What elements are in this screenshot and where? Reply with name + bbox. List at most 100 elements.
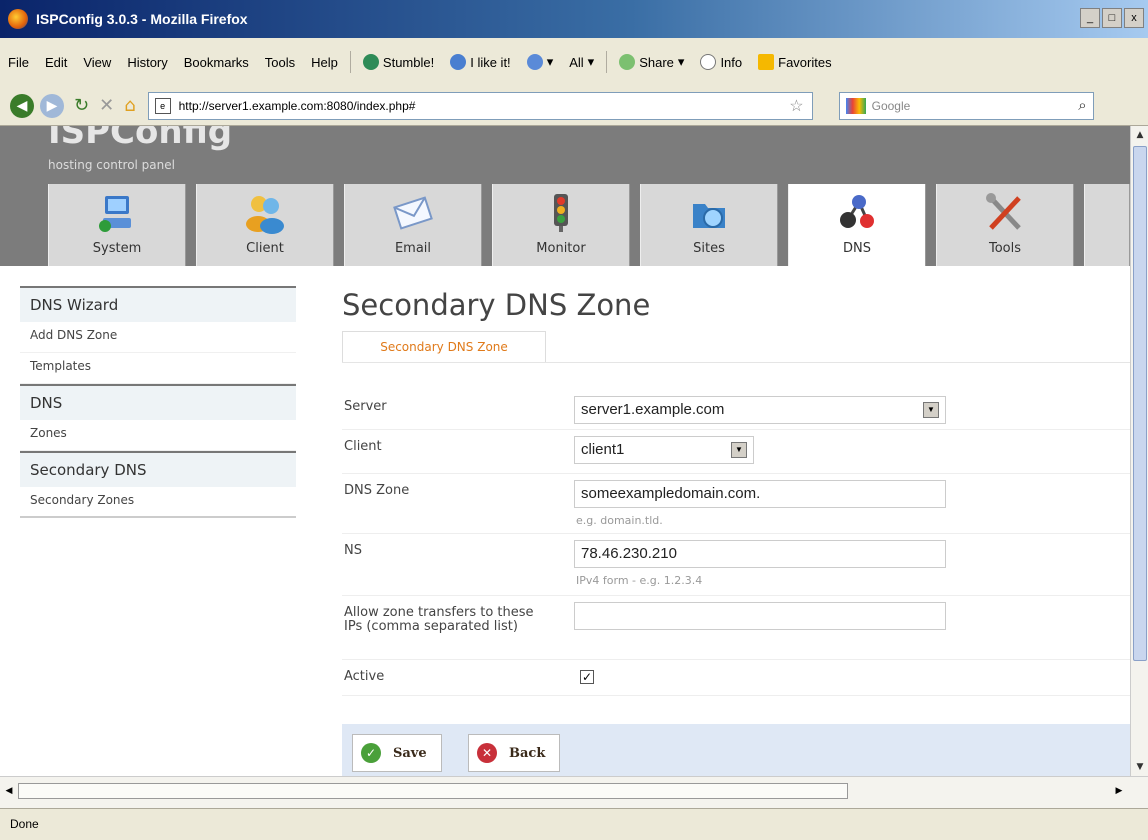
favorites-label: Favorites [778, 54, 832, 70]
stumble-button[interactable]: Stumble! [355, 54, 442, 70]
window-controls: _ □ x [1080, 8, 1144, 28]
scroll-right-icon[interactable]: ▶ [1112, 783, 1126, 799]
vertical-scrollbar[interactable]: ▲ ▼ [1130, 126, 1148, 776]
sidebar-item-secondary-zones[interactable]: Secondary Zones [20, 487, 296, 518]
minimize-button[interactable]: _ [1080, 8, 1100, 28]
ns-hint: IPv4 form - e.g. 1.2.3.4 [576, 574, 703, 587]
save-button[interactable]: ✓ Save [352, 734, 442, 772]
tab-secondary-dns-zone[interactable]: Secondary DNS Zone [342, 331, 546, 363]
info-button[interactable]: Info [692, 54, 750, 70]
scroll-down-icon[interactable]: ▼ [1131, 758, 1148, 776]
close-button[interactable]: x [1124, 8, 1144, 28]
toolbar-separator [349, 51, 351, 73]
tab-tools[interactable]: Tools [936, 184, 1074, 266]
firefox-icon [8, 9, 28, 29]
dns-zone-hint: e.g. domain.tld. [576, 514, 663, 527]
back-arrow-icon[interactable]: ◀ [10, 93, 34, 118]
menu-help[interactable]: Help [303, 55, 346, 70]
maximize-button[interactable]: □ [1102, 8, 1122, 28]
thumbs-down-icon [526, 54, 543, 70]
dns-zone-label: DNS Zone [344, 483, 410, 498]
menu-bookmarks[interactable]: Bookmarks [176, 55, 257, 70]
star-icon [758, 54, 775, 70]
email-icon [393, 196, 433, 230]
horizontal-scrollbar[interactable]: ◀ ▶ [0, 776, 1148, 808]
active-label: Active [344, 669, 385, 684]
search-box[interactable]: Google ⌕ [838, 91, 1094, 120]
tab-monitor[interactable]: Monitor [492, 184, 630, 266]
tab-dns[interactable]: DNS [788, 184, 926, 266]
vertical-scroll-thumb[interactable] [1133, 146, 1147, 661]
sidebar-item-zones[interactable]: Zones [20, 420, 296, 451]
server-value: server1.example.com [581, 401, 725, 418]
tab-email[interactable]: Email [344, 184, 482, 266]
all-dropdown[interactable]: All ▾ [561, 54, 602, 70]
back-button[interactable]: ✕ Back [468, 734, 561, 772]
form-row-active: Active ✓ [342, 660, 1130, 696]
ns-input[interactable]: 78.46.230.210 [574, 540, 946, 568]
tab-label: Monitor [536, 241, 586, 256]
form-row-zone-transfers: Allow zone transfers to these IPs (comma… [342, 596, 1130, 660]
share-button[interactable]: Share ▾ [611, 54, 692, 70]
search-icon[interactable]: ⌕ [1078, 97, 1086, 114]
server-select[interactable]: server1.example.com ▼ [574, 396, 946, 424]
tab-system[interactable]: System [48, 184, 186, 266]
tab-sites[interactable]: Sites [640, 184, 778, 266]
horizontal-scroll-thumb[interactable] [18, 783, 848, 799]
sidebar-group-dns-wizard: DNS Wizard [20, 286, 296, 322]
share-icon [619, 54, 636, 70]
monitor-icon [554, 194, 568, 232]
home-icon[interactable]: ⌂ [124, 95, 135, 116]
active-checkbox[interactable]: ✓ [580, 670, 594, 684]
back-label: Back [509, 745, 546, 761]
reload-icon[interactable]: ↻ [74, 95, 89, 116]
cancel-icon: ✕ [477, 743, 497, 763]
favorites-button[interactable]: Favorites [750, 54, 839, 70]
chevron-down-icon: ▾ [546, 54, 554, 69]
i-like-it-button[interactable]: I like it! [442, 54, 518, 70]
tab-label: Sites [693, 241, 725, 256]
share-label: Share [639, 54, 674, 70]
scroll-left-icon[interactable]: ◀ [2, 783, 16, 799]
sidebar-item-templates[interactable]: Templates [20, 353, 296, 384]
toolbar-separator [606, 51, 608, 73]
i-like-it-label: I like it! [470, 54, 511, 70]
ispconfig-logo: ISPConfig [48, 126, 233, 152]
zone-transfers-label: Allow zone transfers to these IPs (comma… [344, 605, 534, 634]
google-icon [845, 97, 866, 114]
menu-file[interactable]: File [0, 55, 37, 70]
chevron-down-icon: ▼ [923, 402, 939, 418]
thumbs-up-icon [450, 54, 467, 70]
stumble-label: Stumble! [382, 54, 435, 70]
tab-label: Email [394, 241, 432, 256]
client-select[interactable]: client1 ▼ [574, 436, 754, 464]
menu-history[interactable]: History [119, 55, 175, 70]
ns-label: NS [344, 543, 362, 558]
navigation-bar: ◀ ▶ ↻ ✕ ⌂ e http://server1.example.com:8… [0, 86, 1148, 126]
menu-edit[interactable]: Edit [37, 55, 75, 70]
menu-tools[interactable]: Tools [257, 55, 303, 70]
menu-view[interactable]: View [75, 55, 119, 70]
bookmark-star-icon[interactable]: ☆ [789, 96, 803, 116]
form-tab-divider [342, 362, 1130, 363]
chevron-down-icon: ▼ [731, 442, 747, 458]
site-favicon: e [154, 97, 171, 114]
tab-overflow [1084, 184, 1130, 266]
tab-client[interactable]: Client [196, 184, 334, 266]
window-titlebar: ISPConfig 3.0.3 - Mozilla Firefox _ □ x [0, 0, 1148, 38]
form-row-client: Client client1 ▼ [342, 430, 1130, 474]
stop-icon[interactable]: ✕ [99, 95, 114, 116]
menu-bar: File Edit View History Bookmarks Tools H… [0, 38, 1148, 86]
form-button-bar: ✓ Save ✕ Back [342, 724, 1130, 776]
scroll-up-icon[interactable]: ▲ [1131, 126, 1148, 144]
url-bar[interactable]: e http://server1.example.com:8080/index.… [147, 91, 813, 120]
client-icon [246, 196, 284, 234]
forward-arrow-icon[interactable]: ▶ [40, 93, 64, 118]
zone-transfers-input[interactable] [574, 602, 946, 630]
form-row-dns-zone: DNS Zone someexampledomain.com. e.g. dom… [342, 474, 1130, 534]
dns-zone-input[interactable]: someexampledomain.com. [574, 480, 946, 508]
thumbs-down-button[interactable]: ▾ [519, 54, 562, 70]
client-value: client1 [581, 441, 625, 458]
sidebar-item-add-dns-zone[interactable]: Add DNS Zone [20, 322, 296, 353]
stumbleupon-icon [362, 54, 379, 70]
